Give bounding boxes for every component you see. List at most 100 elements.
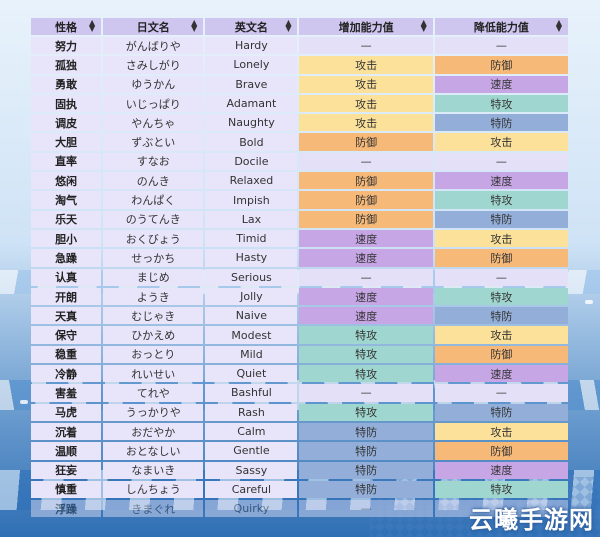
- cell-nature: 直率: [31, 152, 102, 171]
- cell-japanese-name: のんき: [103, 172, 204, 190]
- cell-english-name: Impish: [205, 191, 298, 209]
- cell-english-name: Timid: [205, 229, 298, 248]
- table-row: 马虎 うっかりや Rash 特攻 特防: [31, 403, 568, 421]
- sort-icon[interactable]: ▲ ▼: [421, 19, 427, 33]
- sort-icon[interactable]: ▲ ▼: [285, 19, 291, 33]
- cell-increased-stat: 防御: [299, 191, 433, 209]
- cell-increased-stat: —: [299, 500, 433, 518]
- table-row: 慎重 しんちょう Careful 特防 特攻: [31, 480, 568, 499]
- cell-decreased-stat: 特防: [434, 114, 568, 132]
- table-row: 保守 ひかえめ Modest 特攻 攻击: [31, 326, 568, 344]
- cell-increased-stat: 速度: [299, 249, 433, 267]
- cell-english-name: Hasty: [205, 249, 298, 267]
- cell-english-name: Calm: [205, 422, 298, 441]
- cell-decreased-stat: 特攻: [434, 94, 568, 113]
- cell-english-name: Quirky: [205, 500, 298, 518]
- cell-english-name: Quiet: [205, 365, 298, 383]
- cell-english-name: Relaxed: [205, 172, 298, 190]
- cell-english-name: Rash: [205, 403, 298, 421]
- cell-increased-stat: 速度: [299, 307, 433, 325]
- cell-decreased-stat: 攻击: [434, 326, 568, 344]
- table-row: 天真 むじゃき Naive 速度 特防: [31, 307, 568, 325]
- cell-increased-stat: 特防: [299, 442, 433, 460]
- cell-japanese-name: うっかりや: [103, 403, 204, 421]
- cell-japanese-name: ようき: [103, 287, 204, 306]
- cell-english-name: Bold: [205, 133, 298, 151]
- cell-increased-stat: 特防: [299, 461, 433, 479]
- cell-increased-stat: 攻击: [299, 75, 433, 93]
- cell-nature: 悠闲: [31, 172, 102, 190]
- table-row: 开朗 ようき Jolly 速度 特攻: [31, 287, 568, 306]
- cell-nature: 勇敢: [31, 75, 102, 93]
- cell-decreased-stat: 速度: [434, 172, 568, 190]
- cell-decreased-stat: 特攻: [434, 287, 568, 306]
- table-row: 努力 がんばりや Hardy — —: [31, 37, 568, 55]
- cell-english-name: Hardy: [205, 37, 298, 55]
- cell-increased-stat: —: [299, 37, 433, 55]
- cell-nature: 狂妄: [31, 461, 102, 479]
- cell-english-name: Naive: [205, 307, 298, 325]
- cell-japanese-name: なまいき: [103, 461, 204, 479]
- table-row: 温顺 おとなしい Gentle 特防 防御: [31, 442, 568, 460]
- cell-increased-stat: 攻击: [299, 94, 433, 113]
- cell-nature: 稳重: [31, 345, 102, 364]
- sort-icon[interactable]: ▲ ▼: [191, 19, 197, 33]
- cell-decreased-stat: 速度: [434, 75, 568, 93]
- cell-increased-stat: 特攻: [299, 326, 433, 344]
- column-header-nature[interactable]: 性格 ▲ ▼: [31, 18, 102, 35]
- cell-nature: 乐天: [31, 210, 102, 228]
- cell-nature: 孤独: [31, 56, 102, 74]
- column-header-japanese-name[interactable]: 日文名 ▲ ▼: [103, 18, 204, 35]
- cell-nature: 温顺: [31, 442, 102, 460]
- nature-table: 性格 ▲ ▼ 日文名 ▲ ▼ 英文名 ▲ ▼ 增加能力值 ▲ ▼ 降低能力值 ▲ ▼ 努力 がんばりや…: [29, 16, 570, 519]
- cell-english-name: Brave: [205, 75, 298, 93]
- cell-nature: 调皮: [31, 114, 102, 132]
- cell-english-name: Adamant: [205, 94, 298, 113]
- cell-english-name: Modest: [205, 326, 298, 344]
- column-header-decreased-stat[interactable]: 降低能力值 ▲ ▼: [434, 18, 568, 35]
- sort-icon[interactable]: ▲ ▼: [556, 19, 562, 33]
- table-row: 勇敢 ゆうかん Brave 攻击 速度: [31, 75, 568, 93]
- cell-japanese-name: おとなしい: [103, 442, 204, 460]
- cell-nature: 开朗: [31, 287, 102, 306]
- cell-japanese-name: ゆうかん: [103, 75, 204, 93]
- table-row: 调皮 やんちゃ Naughty 攻击 特防: [31, 114, 568, 132]
- cell-nature: 胆小: [31, 229, 102, 248]
- table-row: 认真 まじめ Serious — —: [31, 268, 568, 286]
- cell-nature: 沉着: [31, 422, 102, 441]
- cell-english-name: Gentle: [205, 442, 298, 460]
- cell-decreased-stat: 攻击: [434, 229, 568, 248]
- cell-decreased-stat: 特防: [434, 210, 568, 228]
- cell-japanese-name: がんばりや: [103, 37, 204, 55]
- cell-decreased-stat: —: [434, 152, 568, 171]
- table-row: 急躁 せっかち Hasty 速度 防御: [31, 249, 568, 267]
- table-row: 乐天 のうてんき Lax 防御 特防: [31, 210, 568, 228]
- cell-decreased-stat: 特攻: [434, 480, 568, 499]
- cell-japanese-name: まじめ: [103, 268, 204, 286]
- cell-nature: 认真: [31, 268, 102, 286]
- cell-english-name: Careful: [205, 480, 298, 499]
- table-row: 孤独 さみしがり Lonely 攻击 防御: [31, 56, 568, 74]
- cell-japanese-name: すなお: [103, 152, 204, 171]
- table-row: 狂妄 なまいき Sassy 特防 速度: [31, 461, 568, 479]
- table-row: 害羞 てれや Bashful — —: [31, 384, 568, 402]
- cell-japanese-name: てれや: [103, 384, 204, 402]
- column-header-increased-stat[interactable]: 增加能力值 ▲ ▼: [299, 18, 433, 35]
- sort-icon[interactable]: ▲ ▼: [89, 19, 95, 33]
- cell-increased-stat: 特防: [299, 422, 433, 441]
- cell-decreased-stat: 防御: [434, 442, 568, 460]
- cell-decreased-stat: 攻击: [434, 133, 568, 151]
- cell-decreased-stat: 特防: [434, 403, 568, 421]
- cell-nature: 马虎: [31, 403, 102, 421]
- cell-japanese-name: きまぐれ: [103, 500, 204, 518]
- cell-english-name: Serious: [205, 268, 298, 286]
- cell-english-name: Bashful: [205, 384, 298, 402]
- table-row: 大胆 ずぶとい Bold 防御 攻击: [31, 133, 568, 151]
- cell-english-name: Lax: [205, 210, 298, 228]
- cell-english-name: Mild: [205, 345, 298, 364]
- cell-english-name: Jolly: [205, 287, 298, 306]
- cell-increased-stat: 防御: [299, 133, 433, 151]
- column-header-english-name[interactable]: 英文名 ▲ ▼: [205, 18, 298, 35]
- table-row: 冷静 れいせい Quiet 特攻 速度: [31, 365, 568, 383]
- cell-decreased-stat: —: [434, 268, 568, 286]
